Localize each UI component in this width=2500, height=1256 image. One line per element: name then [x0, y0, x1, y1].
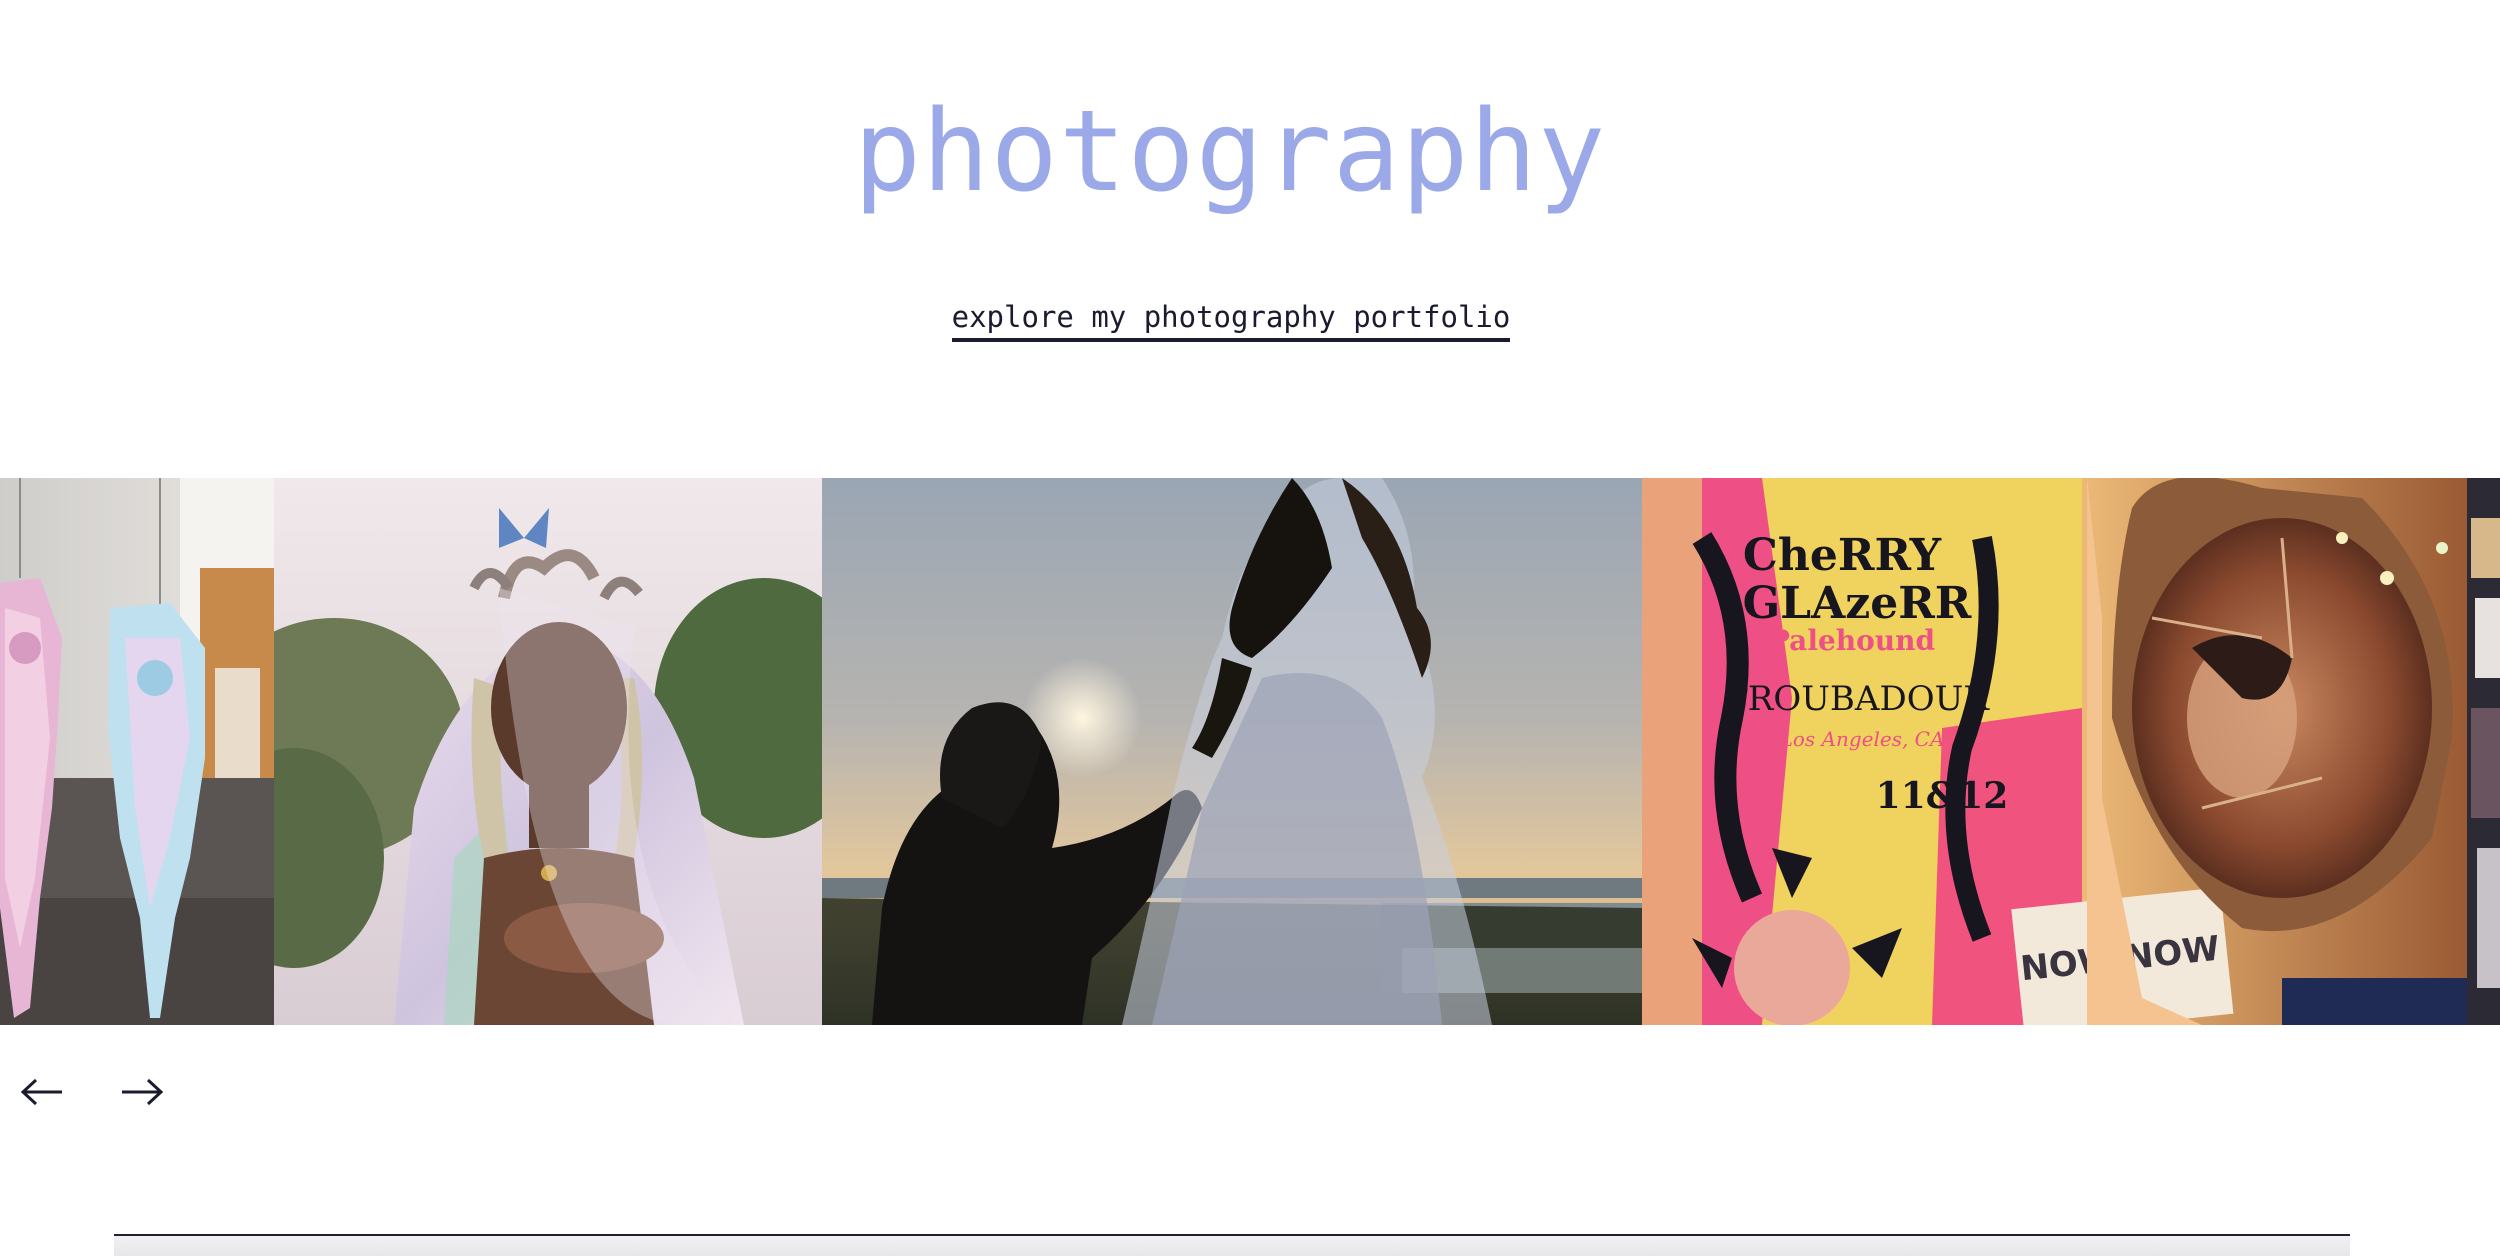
concert-poster-mirror-photo[interactable]: CheRRY GLAzeRR Palehound TROUBADOUR Los …: [1642, 478, 2467, 1025]
poster-city: Los Angeles, CA: [1779, 727, 1945, 751]
poster-venue: TROUBADOUR: [1725, 679, 1990, 719]
carousel-next-button[interactable]: [112, 1062, 182, 1122]
partial-next-image: [2467, 478, 2500, 1025]
next-section-edge: [114, 1236, 2350, 1256]
carousel-prev-button[interactable]: [14, 1062, 84, 1122]
arrow-right-icon: [122, 1078, 164, 1106]
poster-headliner-2: GLAzeRR: [1743, 578, 1972, 629]
photo-carousel[interactable]: CheRRY GLAzeRR Palehound TROUBADOUR Los …: [0, 478, 2500, 1025]
section-title: photography: [853, 87, 1607, 217]
poster-headliner-1: CheRRY: [1743, 530, 1942, 581]
gallery-installation-image: [0, 478, 274, 1025]
concert-poster-mirror-image: CheRRY GLAzeRR Palehound TROUBADOUR Los …: [1642, 478, 2467, 1025]
sunset-proposal-image: [822, 478, 1642, 1025]
veiled-portrait-image: [274, 478, 822, 1025]
explore-portfolio-link[interactable]: explore my photography portfolio: [951, 300, 1511, 342]
poster-support: Palehound: [1769, 624, 1935, 657]
gallery-installation-photo[interactable]: [0, 478, 274, 1025]
partial-next-photo[interactable]: [2467, 478, 2500, 1025]
poster-dates: 11&12: [1876, 775, 2009, 817]
sunset-proposal-photo[interactable]: [822, 478, 1642, 1025]
portfolio-link-wrapper: explore my photography portfolio: [0, 300, 2462, 342]
arrow-left-icon: [20, 1078, 62, 1106]
veiled-portrait-photo[interactable]: [274, 478, 822, 1025]
